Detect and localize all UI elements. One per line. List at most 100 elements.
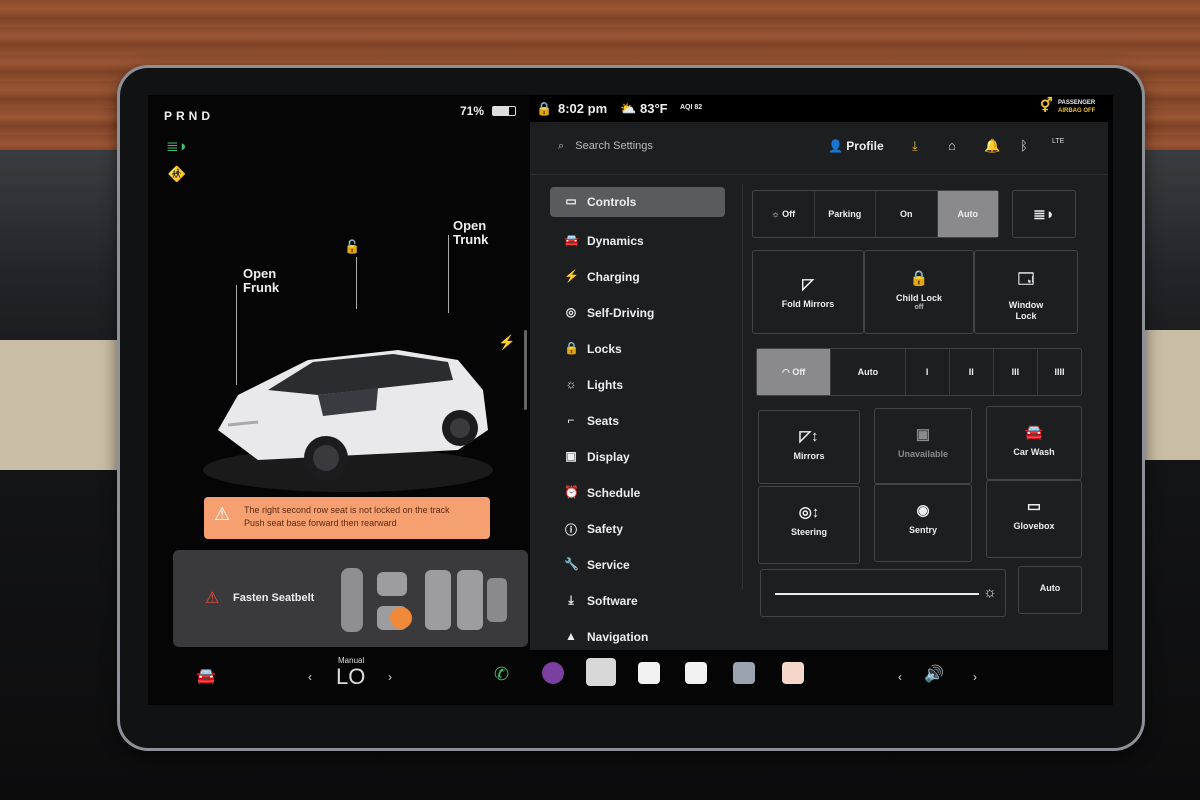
outside-temperature: 83°F (640, 101, 668, 116)
app-launcher-icon[interactable] (586, 658, 616, 686)
download-icon[interactable]: ⤓ (912, 138, 918, 154)
settings-menu-label: Dynamics (587, 234, 644, 248)
safety-icon: ⓘ (564, 523, 577, 537)
headlights-auto-button[interactable]: Auto (937, 191, 998, 237)
settings-menu-item-seats[interactable]: ⌐ Seats (550, 403, 725, 439)
window-lock-label: Window Lock (975, 300, 1077, 322)
lock-status-icon[interactable]: 🔒 (536, 101, 552, 117)
seat-alert-banner: ⚠ The right second row seat is not locke… (204, 497, 490, 539)
brightness-auto-button[interactable]: Auto (1018, 566, 1082, 614)
camera-icon: ▣ (915, 426, 931, 443)
charge-port-icon[interactable]: ⚡ (498, 335, 515, 349)
seat-occupied-warning (390, 607, 412, 629)
fold-mirrors-button[interactable]: ◸ Fold Mirrors (752, 250, 864, 334)
settings-menu-item-locks[interactable]: 🔒 Locks (550, 331, 725, 367)
profile-button[interactable]: 👤 Profile (828, 139, 884, 153)
user-icon: 👤 (828, 139, 843, 153)
settings-menu-label: Charging (587, 270, 640, 284)
settings-menu-label: Software (587, 594, 638, 608)
open-frunk-line1: Open (243, 266, 277, 281)
weather-icon: ⛅ (620, 101, 637, 116)
third-row-seat (487, 578, 507, 622)
front-rim (313, 445, 339, 471)
glovebox-button[interactable]: ▭ Glovebox (986, 480, 1082, 558)
high-beam-button[interactable]: ≣◗ (1012, 190, 1076, 238)
car-wash-button[interactable]: 🚘 Car Wash (986, 406, 1082, 480)
home-icon[interactable]: ⌂ (948, 138, 956, 153)
wipers-auto-button[interactable]: Auto (831, 349, 906, 395)
driver-door (341, 568, 363, 632)
settings-menu-item-dynamics[interactable]: 🚘 Dynamics (550, 223, 725, 259)
camera-app-icon[interactable] (542, 662, 564, 684)
headlight-control: ☼ Off Parking On Auto (752, 190, 999, 238)
battery-percent: 71% (460, 104, 485, 118)
clock: 8:02 pm (558, 101, 608, 116)
settings-menu-item-lights[interactable]: ☼ Lights (550, 367, 725, 403)
child-lock-button[interactable]: 🔒 Child Lock off (864, 250, 974, 334)
steering-wheel-icon: ◎ (565, 305, 577, 319)
dash-trim-left (0, 340, 140, 470)
volume-icon[interactable]: 🔊 (924, 664, 944, 684)
volume-down-chevron-icon[interactable]: ‹ (898, 670, 902, 684)
unavailable-tile: ▣ Unavailable (874, 408, 972, 484)
dashcam-app-icon[interactable] (733, 662, 755, 684)
second-row-seat-right (457, 570, 483, 630)
search-settings[interactable]: ⌕ Search Settings (558, 140, 653, 153)
temp-up-chevron-icon[interactable]: › (388, 670, 392, 684)
settings-menu-item-self-driving[interactable]: ◎ Self-Driving (550, 295, 725, 331)
wiper-speed-4-button[interactable]: IIII (1038, 349, 1081, 395)
open-trunk-button[interactable]: Open Trunk (453, 219, 488, 247)
settings-menu-label: Seats (587, 414, 620, 428)
open-frunk-button[interactable]: Open Frunk (243, 267, 279, 295)
steering-adjust-button[interactable]: ◎↕ Steering (758, 486, 860, 564)
battery-level (493, 107, 509, 115)
mirrors-adjust-button[interactable]: ◸↕ Mirrors (758, 410, 860, 484)
wiper-speed-3-button[interactable]: III (994, 349, 1038, 395)
climate-temperature[interactable]: LO (336, 664, 365, 690)
notification-bell-icon[interactable]: 🔔 (984, 138, 1000, 154)
settings-menu-item-controls[interactable]: ▭ Controls (550, 187, 725, 217)
sun-icon: ☼ (771, 209, 783, 219)
passenger-airbag-status: PASSENGER AIRBAG OFF (1058, 99, 1095, 115)
sentry-button[interactable]: ◉ Sentry (874, 484, 972, 562)
car-wash-icon: 🚘 (1024, 424, 1044, 441)
window-lock-button[interactable]: 🗔 Window Lock (974, 250, 1078, 334)
alert-line1: The right second row seat is not locked … (244, 505, 450, 515)
car-icon[interactable]: 🚘 (196, 666, 216, 686)
headlights-parking-button[interactable]: Parking (815, 191, 876, 237)
battery-icon (492, 106, 516, 116)
settings-menu-item-safety[interactable]: ⓘ Safety (550, 511, 725, 547)
search-placeholder: Search Settings (575, 140, 653, 152)
settings-menu-item-software[interactable]: ⤓ Software (550, 583, 725, 619)
warning-icon: ⚠ (214, 504, 231, 524)
gear-selector[interactable]: PRND (164, 109, 214, 123)
headlight-indicator-icon: ≣◗ (166, 138, 188, 155)
wiper-speed-2-button[interactable]: II (950, 349, 994, 395)
calendar-app-icon[interactable] (638, 662, 660, 684)
notes-app-icon[interactable] (685, 662, 707, 684)
wipers-off-button[interactable]: ◠ Off (757, 349, 832, 395)
airbag-line2: AIRBAG OFF (1058, 108, 1096, 114)
wiper-speed-1-button[interactable]: I (906, 349, 950, 395)
volume-up-chevron-icon[interactable]: › (973, 670, 977, 684)
brightness-slider[interactable]: ☼ (760, 569, 1006, 617)
settings-menu: ▭ Controls 🚘 Dynamics ⚡ Charging ◎ Self-Driving… (550, 187, 725, 655)
headlights-on-button[interactable]: On (876, 191, 938, 237)
temp-down-chevron-icon[interactable]: ‹ (308, 670, 312, 684)
phone-icon[interactable]: ✆ (494, 664, 509, 685)
settings-menu-label: Lights (587, 378, 623, 392)
toybox-app-icon[interactable] (782, 662, 804, 684)
settings-menu-item-charging[interactable]: ⚡ Charging (550, 259, 725, 295)
settings-menu-item-display[interactable]: ▣ Display (550, 439, 725, 475)
sentry-label: Sentry (908, 525, 937, 535)
front-left-seat (377, 572, 407, 596)
unlock-icon[interactable]: 🔓 (344, 240, 360, 254)
bluetooth-icon[interactable]: ᛒ (1020, 138, 1028, 153)
sentry-icon: ◉ (916, 502, 930, 519)
settings-menu-item-service[interactable]: 🔧 Service (550, 547, 725, 583)
bolt-icon: ⚡ (564, 269, 579, 283)
settings-menu-item-schedule[interactable]: ⏰ Schedule (550, 475, 725, 511)
mirror-adjust-icon: ◸↕ (799, 428, 819, 445)
seatbelt-card: ⚠ Fasten Seatbelt (173, 550, 528, 647)
headlights-off-button[interactable]: ☼ Off (753, 191, 815, 237)
